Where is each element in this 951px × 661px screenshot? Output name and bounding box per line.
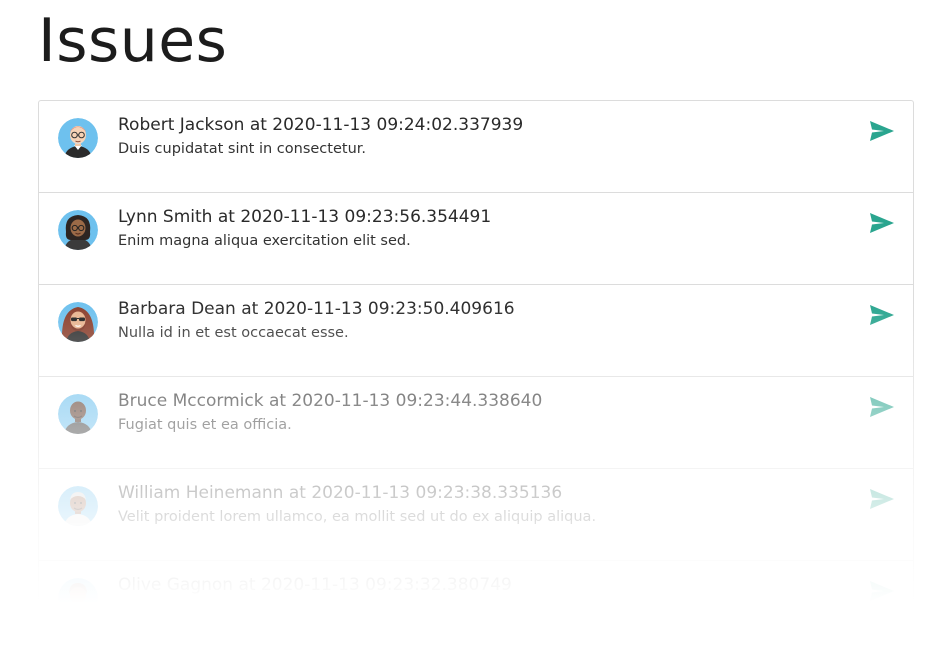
- issue-message: Duis cupidatat sint in consectetur.: [118, 141, 366, 157]
- send-icon[interactable]: [869, 580, 895, 602]
- issue-header: Robert Jackson at 2020-11-13 09:24:02.33…: [118, 115, 524, 135]
- avatar-grey-hair-icon: [58, 486, 98, 526]
- issue-message: Enim magna aliqua exercitation elit sed.: [118, 233, 411, 249]
- issue-header: Bruce Mccormick at 2020-11-13 09:23:44.3…: [118, 391, 543, 411]
- page-title: Issues: [38, 6, 228, 76]
- avatar-icon: [58, 578, 98, 618]
- avatar-bald-glasses-icon: [58, 118, 98, 158]
- issue-header: Barbara Dean at 2020-11-13 09:23:50.4096…: [118, 299, 515, 319]
- send-icon[interactable]: [869, 304, 895, 326]
- issue-item[interactable]: Bruce Mccormick at 2020-11-13 09:23:44.3…: [39, 377, 913, 469]
- issue-item[interactable]: Robert Jackson at 2020-11-13 09:24:02.33…: [39, 101, 913, 193]
- send-icon[interactable]: [869, 212, 895, 234]
- issue-header: William Heinemann at 2020-11-13 09:23:38…: [118, 483, 563, 503]
- avatar-bald-icon: [58, 394, 98, 434]
- issue-message: Fugiat quis et ea officia.: [118, 417, 292, 433]
- avatar-curly-hair-glasses-icon: [58, 210, 98, 250]
- send-icon[interactable]: [869, 120, 895, 142]
- send-icon[interactable]: [869, 488, 895, 510]
- issue-item[interactable]: Lynn Smith at 2020-11-13 09:23:56.354491…: [39, 193, 913, 285]
- send-icon[interactable]: [869, 396, 895, 418]
- avatar-long-hair-sunglasses-icon: [58, 302, 98, 342]
- issue-header: Lynn Smith at 2020-11-13 09:23:56.354491: [118, 207, 492, 227]
- issue-header: Olive Gagnon at 2020-11-13 09:23:32.3807…: [118, 575, 512, 595]
- issue-item[interactable]: William Heinemann at 2020-11-13 09:23:38…: [39, 469, 913, 561]
- issue-message: Nulla id in et est occaecat esse.: [118, 325, 349, 341]
- issue-message: Velit proident lorem ullamco, ea mollit …: [118, 509, 597, 525]
- issues-page: Issues Robert Jackson at 2020-11-13 09:2…: [0, 0, 951, 661]
- issues-list: Robert Jackson at 2020-11-13 09:24:02.33…: [38, 100, 914, 653]
- issue-item[interactable]: Olive Gagnon at 2020-11-13 09:23:32.3807…: [39, 561, 913, 653]
- issue-item[interactable]: Barbara Dean at 2020-11-13 09:23:50.4096…: [39, 285, 913, 377]
